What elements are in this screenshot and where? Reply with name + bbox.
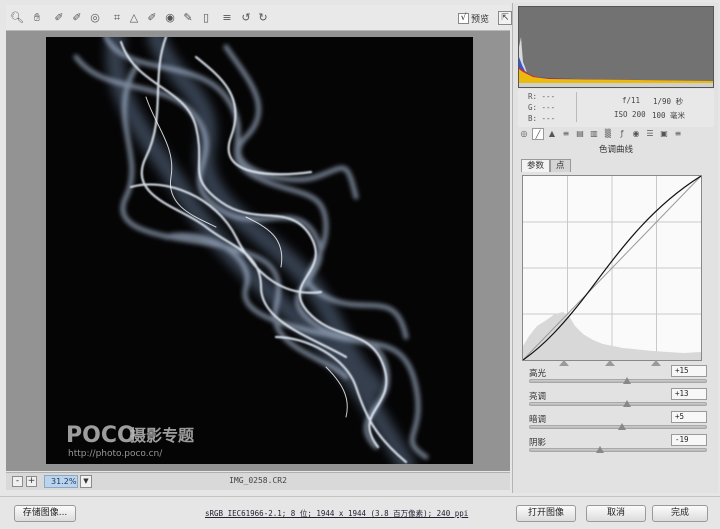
curve-subtabs: 参数 点 xyxy=(521,159,571,172)
watermark-brand: POCO xyxy=(66,423,136,448)
straighten-icon[interactable]: △ xyxy=(127,11,141,25)
histogram xyxy=(518,6,714,88)
target-adjust-icon[interactable]: ◎ xyxy=(88,11,102,25)
lights-thumb[interactable] xyxy=(622,400,631,407)
camera-calibration-tab-icon[interactable]: ◉ xyxy=(630,128,642,140)
r-label: R: xyxy=(528,92,538,101)
darks-value[interactable]: +5 xyxy=(671,411,707,423)
g-value: --- xyxy=(541,103,556,112)
zoom-icon[interactable]: 🔍︎ xyxy=(10,11,24,25)
lights-value[interactable]: +13 xyxy=(671,388,707,400)
rotate-ccw-icon[interactable]: ↺ xyxy=(239,11,253,25)
file-name: IMG_0258.CR2 xyxy=(229,476,287,485)
panel-tabs: ◎ ╱ ▲ ≡ ▤ ▥ ▒ ƒ ◉ ☰ ▣ ≡ xyxy=(516,128,716,142)
image-canvas[interactable]: POCO 摄影专题 http://photo.poco.cn/ xyxy=(6,31,510,471)
preferences-icon[interactable]: ≡ xyxy=(220,11,234,25)
done-button[interactable]: 完成 xyxy=(652,505,708,522)
presets-tab-icon[interactable]: ☰ xyxy=(644,128,656,140)
watermark-url: http://photo.poco.cn/ xyxy=(68,449,163,459)
shadows-track[interactable] xyxy=(529,448,707,452)
red-eye-icon[interactable]: ◉ xyxy=(163,11,177,25)
lens-tab-icon[interactable]: ▥ xyxy=(588,128,600,140)
shadows-value[interactable]: -19 xyxy=(671,434,707,446)
fx-tab-icon[interactable]: ƒ xyxy=(616,128,628,140)
focal-length: 100 毫米 xyxy=(652,111,686,120)
info-readout: R: --- G: --- B: --- f/11 1/90 秒 ISO 200… xyxy=(518,89,714,127)
open-image-button[interactable]: 打开图像 xyxy=(516,505,576,522)
tone-curve-graph[interactable] xyxy=(522,175,702,366)
effects-tab-icon[interactable]: ▒ xyxy=(602,128,614,140)
footer: 存储图像... sRGB IEC61966-2.1; 8 位; 1944 x 1… xyxy=(0,496,720,529)
preview-label: 预览 xyxy=(471,15,490,25)
shutter-speed: 1/90 秒 xyxy=(653,97,684,106)
tone-curve-tab-icon[interactable]: ╱ xyxy=(532,128,544,140)
fullscreen-icon[interactable]: ⇱ xyxy=(498,11,512,25)
workflow-options-link[interactable]: sRGB IEC61966-2.1; 8 位; 1944 x 1944 (3.8… xyxy=(205,508,468,519)
highlights-thumb[interactable] xyxy=(622,377,631,384)
crop-icon[interactable]: ⌗ xyxy=(110,11,124,25)
darks-thumb[interactable] xyxy=(617,423,626,430)
snapshots-tab-icon[interactable]: ▣ xyxy=(658,128,670,140)
slider-row-lights: 亮调 +13 xyxy=(525,388,715,413)
split-toning-tab-icon[interactable]: ▤ xyxy=(574,128,586,140)
color-sampler-icon[interactable]: ✐ xyxy=(70,11,84,25)
g-label: G: xyxy=(528,103,538,112)
preview-toggle[interactable]: √ 预览 xyxy=(458,12,489,25)
smoke-photo: POCO 摄影专题 http://photo.poco.cn/ xyxy=(46,37,473,464)
menu-tab-icon[interactable]: ≡ xyxy=(672,128,684,140)
slider-row-shadows: 阴影 -19 xyxy=(525,434,715,459)
right-panel: R: --- G: --- B: --- f/11 1/90 秒 ISO 200… xyxy=(512,3,718,493)
watermark-title: 摄影专题 xyxy=(130,426,195,445)
toolbar: 🔍︎ ✋︎ ✐ ✐ ◎ ⌗ △ ✐ ◉ ✎ ▯ ≡ ↺ ↻ √ 预览 ⇱ xyxy=(6,5,512,31)
slider-row-darks: 暗调 +5 xyxy=(525,411,715,436)
highlights-track[interactable] xyxy=(529,379,707,383)
graduated-filter-icon[interactable]: ▯ xyxy=(199,11,213,25)
canvas-statusbar: - + 31.2% ▼ IMG_0258.CR2 xyxy=(6,472,510,490)
adjustment-brush-icon[interactable]: ✎ xyxy=(181,11,195,25)
darks-label: 暗调 xyxy=(529,415,547,425)
b-label: B: xyxy=(528,114,538,123)
smoke-illustration: POCO 摄影专题 http://photo.poco.cn/ xyxy=(66,37,429,464)
basic-tab-icon[interactable]: ◎ xyxy=(518,128,530,140)
preview-checkbox[interactable]: √ xyxy=(458,13,469,24)
hand-icon[interactable]: ✋︎ xyxy=(30,11,44,25)
save-image-button[interactable]: 存储图像... xyxy=(14,505,76,522)
panel-title: 色调曲线 xyxy=(598,145,633,155)
lights-label: 亮调 xyxy=(529,392,547,402)
cancel-button[interactable]: 取消 xyxy=(586,505,646,522)
curve-sliders: 高光 +15 亮调 +13 暗调 +5 阴影 -19 xyxy=(525,365,715,459)
b-value: --- xyxy=(541,114,556,123)
r-value: --- xyxy=(541,92,556,101)
aperture: f/11 xyxy=(622,96,641,105)
hsl-tab-icon[interactable]: ≡ xyxy=(560,128,572,140)
iso: ISO 200 xyxy=(614,110,646,119)
highlights-value[interactable]: +15 xyxy=(671,365,707,377)
rotate-cw-icon[interactable]: ↻ xyxy=(256,11,270,25)
detail-tab-icon[interactable]: ▲ xyxy=(546,128,558,140)
shadows-thumb[interactable] xyxy=(596,446,605,453)
histogram-graph xyxy=(519,37,713,87)
white-balance-icon[interactable]: ✐ xyxy=(52,11,66,25)
slider-row-highlights: 高光 +15 xyxy=(525,365,715,390)
tone-curve-svg xyxy=(522,175,702,361)
tab-point[interactable]: 点 xyxy=(550,159,571,172)
lights-track[interactable] xyxy=(529,402,707,406)
tab-parametric[interactable]: 参数 xyxy=(521,159,551,172)
shadows-label: 阴影 xyxy=(529,438,547,448)
spot-removal-icon[interactable]: ✐ xyxy=(145,11,159,25)
highlights-label: 高光 xyxy=(529,369,547,379)
